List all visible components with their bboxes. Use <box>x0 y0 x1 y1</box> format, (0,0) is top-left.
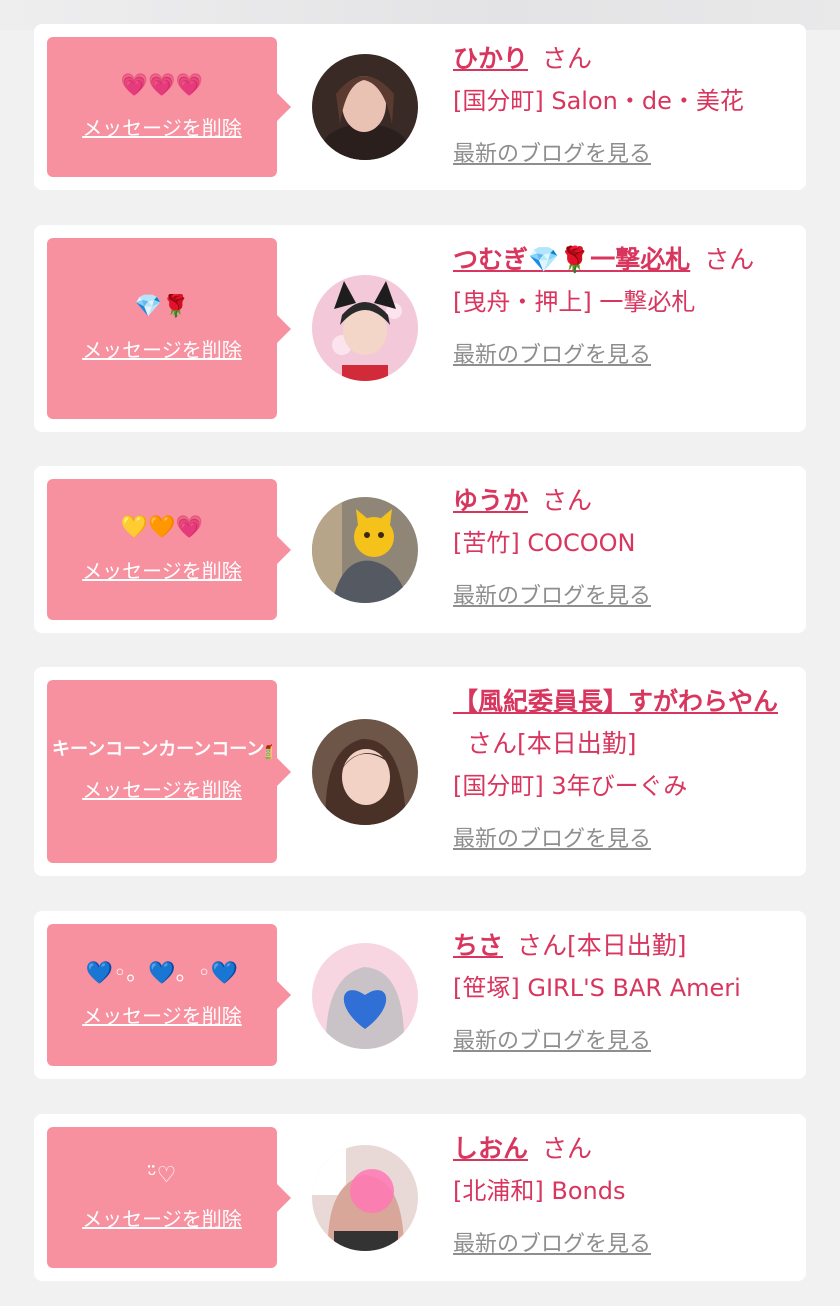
latest-blog-link[interactable]: 最新のブログを見る <box>453 335 651 377</box>
avatar[interactable] <box>312 1145 418 1251</box>
message-card: 💛🧡💗 メッセージを削除 ゆうか さん [苦竹] COCOON 最新のブログを見る <box>34 466 806 633</box>
honorific: さん <box>542 44 593 73</box>
shop-label: [国分町] Salon・de・美花 <box>453 87 744 115</box>
sender-name-link[interactable]: しおん <box>453 1134 528 1163</box>
latest-blog-link[interactable]: 最新のブログを見る <box>453 819 651 861</box>
name-line: つむぎ💎🌹一撃必札 さん <box>453 239 789 281</box>
honorific: さん <box>542 1134 593 1163</box>
shop-label: [曳舟・押上] 一撃必札 <box>453 288 696 316</box>
shop-label: [北浦和] Bonds <box>453 1177 626 1205</box>
message-card: キーンコーンカーンコーン🏫 メッセージを削除 【風紀委員長】すがわらやんさん[本… <box>34 667 806 876</box>
message-bubble: 💎🌹 メッセージを削除 <box>47 238 291 419</box>
message-bubble: 💛🧡💗 メッセージを削除 <box>47 479 291 620</box>
latest-blog-link[interactable]: 最新のブログを見る <box>453 1021 651 1063</box>
name-line: しおん さん <box>453 1128 789 1170</box>
shop-label: [苦竹] COCOON <box>453 529 636 557</box>
avatar[interactable] <box>312 275 418 381</box>
sender-name-link[interactable]: ゆうか <box>453 486 528 515</box>
message-text: 💙◦。💙。◦💙 <box>85 960 239 986</box>
delete-message-link[interactable]: メッセージを削除 <box>82 774 242 803</box>
message-text: ᵕ̈♡ <box>147 1163 177 1189</box>
avatar[interactable] <box>312 497 418 603</box>
honorific: さん <box>517 931 568 960</box>
message-card: 💙◦。💙。◦💙 メッセージを削除 ちさ さん[本日出勤] [笹塚] GIRL'S … <box>34 911 806 1079</box>
message-text: キーンコーンカーンコーン🏫 <box>52 739 272 760</box>
delete-message-link[interactable]: メッセージを削除 <box>82 334 242 363</box>
status-suffix: [本日出勤] <box>517 729 637 758</box>
message-card: 💗💗💗 メッセージを削除 ひかり さん [国分町] Salon・de・美花 最新の… <box>34 24 806 190</box>
delete-message-link[interactable]: メッセージを削除 <box>82 112 242 141</box>
honorific: さん <box>704 245 755 274</box>
sender-name-link[interactable]: つむぎ💎🌹一撃必札 <box>453 245 690 274</box>
delete-message-link[interactable]: メッセージを削除 <box>82 555 242 584</box>
avatar[interactable] <box>312 719 418 825</box>
sender-info: ゆうか さん [苦竹] COCOON 最新のブログを見る <box>453 480 789 618</box>
message-card: 💎🌹 メッセージを削除 つむぎ💎🌹一撃必札 さん [曳舟・押上] 一撃必札 最新の… <box>34 225 806 432</box>
message-text: 💗💗💗 <box>120 72 204 98</box>
sender-info: つむぎ💎🌹一撃必札 さん [曳舟・押上] 一撃必札 最新のブログを見る <box>453 239 789 377</box>
name-line: ちさ さん[本日出勤] <box>453 925 789 967</box>
sender-name-link[interactable]: 【風紀委員長】すがわらやん <box>453 687 778 716</box>
shop-label: [国分町] 3年びーぐみ <box>453 772 688 800</box>
sender-info: ひかり さん [国分町] Salon・de・美花 最新のブログを見る <box>453 38 789 176</box>
honorific: さん <box>542 486 593 515</box>
sender-info: ちさ さん[本日出勤] [笹塚] GIRL'S BAR Ameri 最新のブログを… <box>453 925 789 1063</box>
latest-blog-link[interactable]: 最新のブログを見る <box>453 134 651 176</box>
sender-name-link[interactable]: ちさ <box>453 931 503 960</box>
name-line: 【風紀委員長】すがわらやんさん[本日出勤] <box>453 681 789 765</box>
sender-info: しおん さん [北浦和] Bonds 最新のブログを見る <box>453 1128 789 1266</box>
avatar[interactable] <box>312 943 418 1049</box>
message-text: 💎🌹 <box>134 294 190 320</box>
message-card: ᵕ̈♡ メッセージを削除 しおん さん [北浦和] Bonds 最新のブログを見る <box>34 1114 806 1281</box>
honorific: さん <box>467 729 518 758</box>
shop-label: [笹塚] GIRL'S BAR Ameri <box>453 974 741 1002</box>
message-bubble: 💗💗💗 メッセージを削除 <box>47 37 291 177</box>
latest-blog-link[interactable]: 最新のブログを見る <box>453 576 651 618</box>
sender-info: 【風紀委員長】すがわらやんさん[本日出勤] [国分町] 3年びーぐみ 最新のブロ… <box>453 681 789 861</box>
delete-message-link[interactable]: メッセージを削除 <box>82 1000 242 1029</box>
status-suffix: [本日出勤] <box>567 931 687 960</box>
message-bubble: ᵕ̈♡ メッセージを削除 <box>47 1127 291 1268</box>
latest-blog-link[interactable]: 最新のブログを見る <box>453 1224 651 1266</box>
delete-message-link[interactable]: メッセージを削除 <box>82 1203 242 1232</box>
message-bubble: 💙◦。💙。◦💙 メッセージを削除 <box>47 924 291 1066</box>
name-line: ひかり さん <box>453 38 789 80</box>
name-line: ゆうか さん <box>453 480 789 522</box>
message-text: 💛🧡💗 <box>120 515 204 541</box>
sender-name-link[interactable]: ひかり <box>453 44 528 73</box>
message-bubble: キーンコーンカーンコーン🏫 メッセージを削除 <box>47 680 291 863</box>
avatar[interactable] <box>312 54 418 160</box>
